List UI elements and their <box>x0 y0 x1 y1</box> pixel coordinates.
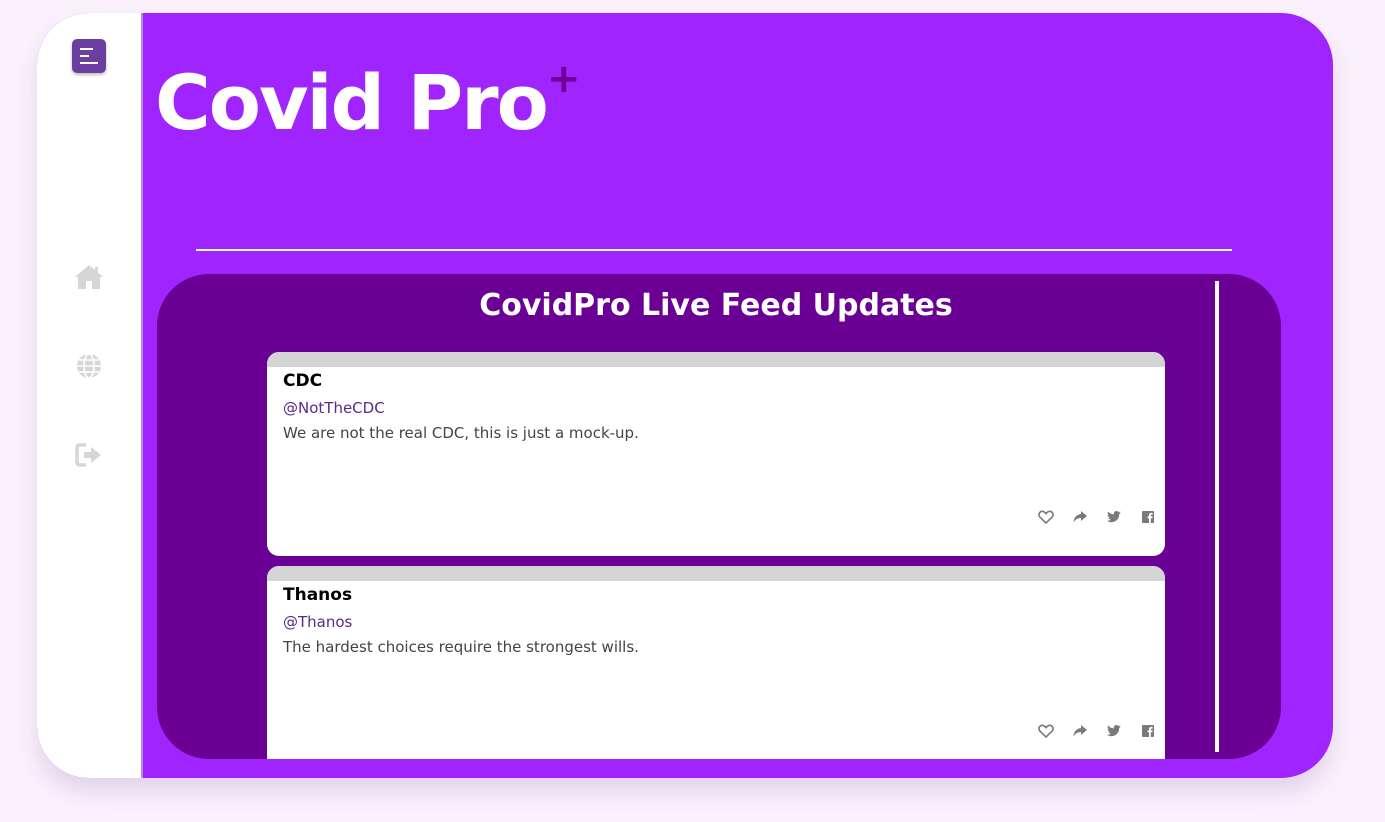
twitter-share-button[interactable] <box>1105 722 1123 740</box>
feed-post: Thanos @Thanos The hardest choices requi… <box>267 566 1165 759</box>
post-author-handle[interactable]: @Thanos <box>283 613 352 631</box>
twitter-icon <box>1106 511 1121 523</box>
like-button[interactable] <box>1037 508 1055 526</box>
header-divider <box>196 249 1232 251</box>
heart-icon <box>1038 510 1054 525</box>
feed-scrollbar[interactable] <box>1215 281 1219 752</box>
post-actions <box>1037 508 1157 526</box>
feed-post: CDC @NotTheCDC We are not the real CDC, … <box>267 352 1165 556</box>
facebook-icon <box>1142 511 1154 523</box>
heart-icon <box>1038 724 1054 739</box>
sign-out-icon <box>75 443 101 467</box>
share-icon <box>1073 725 1087 737</box>
post-header-bar <box>267 566 1165 581</box>
post-text: The hardest choices require the stronges… <box>283 638 639 656</box>
sidebar-item-sign-out[interactable] <box>73 439 105 471</box>
share-icon <box>1073 511 1087 523</box>
brand-plus-mark: + <box>547 56 581 102</box>
facebook-icon <box>1142 725 1154 737</box>
menu-button[interactable] <box>72 39 106 73</box>
twitter-share-button[interactable] <box>1105 508 1123 526</box>
post-actions <box>1037 722 1157 740</box>
globe-icon <box>77 353 101 379</box>
feed-title: CovidPro Live Feed Updates <box>479 288 953 323</box>
live-feed-panel: CovidPro Live Feed Updates CDC @NotTheCD… <box>157 274 1281 759</box>
brand-title: Covid Pro <box>155 58 549 147</box>
sidebar-item-globe[interactable] <box>73 350 105 382</box>
sidebar-item-home[interactable] <box>73 261 105 293</box>
post-header-bar <box>267 352 1165 367</box>
facebook-share-button[interactable] <box>1139 722 1157 740</box>
post-author-name: CDC <box>283 371 323 391</box>
sidebar <box>37 13 143 778</box>
like-button[interactable] <box>1037 722 1055 740</box>
menu-lines-icon <box>80 48 98 64</box>
post-author-name: Thanos <box>283 585 353 605</box>
share-button[interactable] <box>1071 722 1089 740</box>
post-author-handle[interactable]: @NotTheCDC <box>283 399 385 417</box>
app-window: Covid Pro + CovidPro Live Feed Updates C… <box>37 13 1333 778</box>
share-button[interactable] <box>1071 508 1089 526</box>
post-text: We are not the real CDC, this is just a … <box>283 424 639 442</box>
twitter-icon <box>1106 725 1121 737</box>
home-icon <box>75 265 103 289</box>
facebook-share-button[interactable] <box>1139 508 1157 526</box>
